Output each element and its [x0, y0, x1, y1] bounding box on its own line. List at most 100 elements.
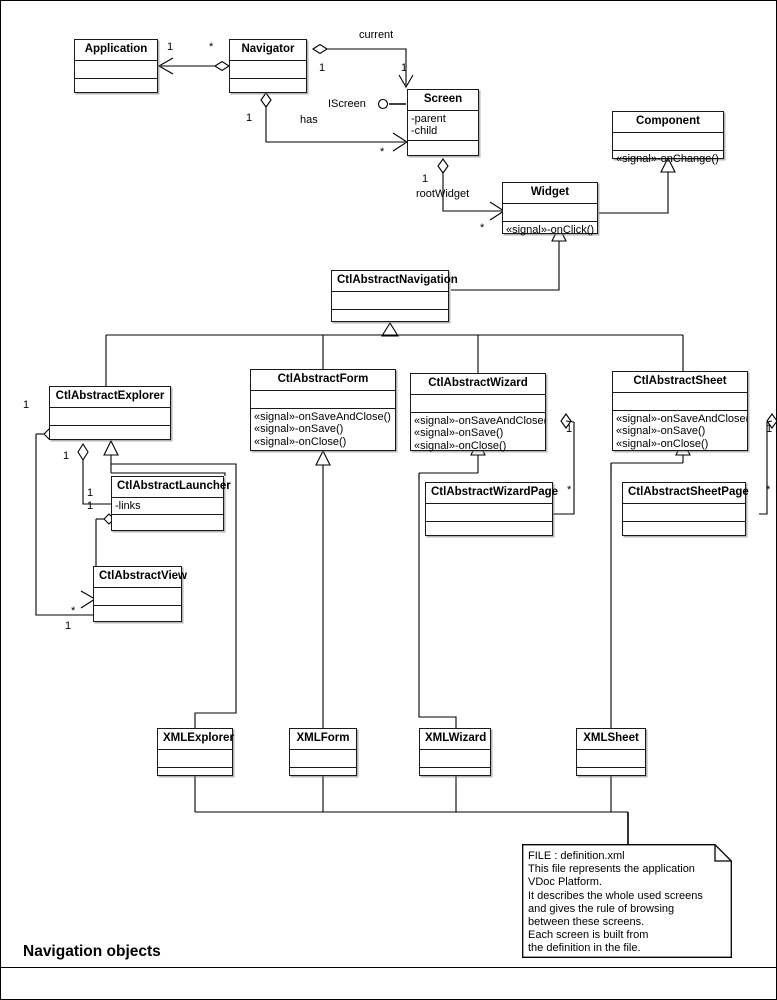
page-title: Navigation objects — [23, 943, 161, 960]
class-ctlabstractwizardpage-name: CtlAbstractWizardPage — [426, 483, 558, 504]
multiplicity-navigator-has-one: 1 — [246, 112, 253, 124]
multiplicity-widget-many: * — [480, 222, 485, 234]
edge-xmlform-form-generalization — [315, 449, 331, 728]
class-ctlabstractsheet-operations: «signal»-onSaveAndClose() «signal»-onSav… — [613, 411, 747, 453]
multiplicity-launcher-one-a: 1 — [87, 487, 94, 499]
class-ctlabstractview-operations — [94, 606, 181, 623]
class-ctlabstractnavigation-attributes — [332, 292, 448, 310]
class-ctlabstractsheetpage[interactable]: CtlAbstractSheetPage — [622, 482, 749, 539]
multiplicity-sheetpage-many: * — [766, 484, 771, 496]
class-ctlabstractexplorer-operations — [50, 426, 170, 443]
class-ctlabstractwizardpage[interactable]: CtlAbstractWizardPage — [425, 482, 558, 536]
class-ctlabstractnavigation[interactable]: CtlAbstractNavigation — [331, 270, 458, 322]
class-ctlabstractlauncher-operations — [112, 515, 223, 532]
multiplicity-screen-has-many: * — [380, 146, 385, 158]
class-screen-attributes: -parent -child — [408, 111, 478, 141]
class-ctlabstractform-op-onclose: «signal»-onClose() — [254, 435, 347, 448]
class-ctlabstractlauncher-attributes: -links — [112, 498, 223, 515]
class-xmlform-name: XMLForm — [290, 729, 356, 750]
class-ctlabstractwizard-op-onclose: «signal»-onClose() — [414, 439, 507, 452]
multiplicity-wizard-one: 1 — [566, 423, 573, 435]
class-xmlform-attributes — [290, 750, 356, 768]
note-text: FILE : definition.xml This file represen… — [528, 850, 703, 955]
multiplicity-view-many: * — [71, 605, 76, 617]
multiplicity-navigator-many: * — [209, 41, 214, 53]
multiplicity-screen-current-one: 1 — [401, 62, 408, 74]
multiplicity-explorer-one-left: 1 — [23, 399, 30, 411]
class-application-name: Application — [75, 40, 157, 61]
class-xmlexplorer[interactable]: XMLExplorer — [157, 728, 234, 776]
class-widget[interactable]: Widget «signal»-onClick() — [502, 182, 598, 236]
class-ctlabstractview-name: CtlAbstractView — [94, 567, 187, 588]
class-ctlabstractwizard-name: CtlAbstractWizard — [411, 374, 545, 395]
class-ctlabstractnavigation-operations — [332, 310, 448, 327]
class-ctlabstractsheet-attributes — [613, 393, 747, 411]
class-ctlabstractwizard-op-onsave: «signal»-onSave() — [414, 427, 504, 439]
edge-iscreen-lollipop — [377, 98, 406, 110]
class-component-name: Component — [613, 112, 723, 133]
class-ctlabstractform-attributes — [251, 391, 395, 409]
title-bar — [1, 967, 776, 999]
class-widget-operations: «signal»-onClick() — [503, 222, 597, 239]
class-navigator-operations — [230, 79, 306, 96]
class-ctlabstractform-name: CtlAbstractForm — [251, 370, 395, 391]
class-ctlabstractform-operations: «signal»-onSaveAndClose() «signal»-onSav… — [251, 409, 395, 451]
class-component-operations: «signal»-onChange() — [613, 151, 723, 168]
multiplicity-application-one: 1 — [167, 41, 174, 53]
edge-label-rootwidget: rootWidget — [416, 188, 470, 200]
class-xmlform[interactable]: XMLForm — [289, 728, 357, 776]
class-ctlabstractwizardpage-attributes — [426, 504, 552, 522]
edge-xmlclasses-note-bus — [194, 776, 629, 844]
class-xmlexplorer-attributes — [158, 750, 232, 768]
class-ctlabstractexplorer[interactable]: CtlAbstractExplorer — [49, 386, 171, 440]
class-widget-name: Widget — [503, 183, 597, 204]
class-xmlwizard-operations — [420, 768, 490, 785]
class-component[interactable]: Component «signal»-onChange() — [612, 111, 724, 165]
class-xmlexplorer-operations — [158, 768, 232, 785]
class-application-attributes — [75, 61, 157, 79]
class-widget-attributes — [503, 204, 597, 222]
note-definition-xml[interactable]: FILE : definition.xml This file represen… — [522, 844, 732, 958]
class-ctlabstractlauncher[interactable]: CtlAbstractLauncher -links — [111, 476, 231, 532]
class-ctlabstractsheet-op-onsaveandclose: «signal»-onSaveAndClose() — [616, 412, 747, 425]
edge-navigator-current-screen — [311, 43, 414, 89]
class-ctlabstractwizard[interactable]: CtlAbstractWizard «signal»-onSaveAndClos… — [410, 373, 546, 452]
class-ctlabstractlauncher-attr-links: -links — [115, 499, 141, 512]
class-ctlabstractwizard-op-onsaveandclose: «signal»-onSaveAndClose() — [414, 414, 545, 427]
interface-label-iscreen: IScreen — [328, 98, 366, 110]
class-ctlabstractexplorer-name: CtlAbstractExplorer — [50, 387, 170, 408]
class-xmlform-operations — [290, 768, 356, 785]
class-ctlabstractsheet-name: CtlAbstractSheet — [613, 372, 747, 393]
class-ctlabstractsheetpage-attributes — [623, 504, 745, 522]
class-application-operations — [75, 79, 157, 96]
class-ctlabstractview-attributes — [94, 588, 181, 606]
class-application[interactable]: Application — [74, 39, 158, 93]
class-xmlwizard-name: XMLWizard — [420, 729, 490, 750]
class-ctlabstractform-op-onsaveandclose: «signal»-onSaveAndClose() — [254, 410, 391, 423]
multiplicity-wizardpage-many: * — [567, 484, 572, 496]
class-xmlexplorer-name: XMLExplorer — [158, 729, 234, 750]
class-ctlabstractsheet[interactable]: CtlAbstractSheet «signal»-onSaveAndClose… — [612, 371, 748, 451]
diagram-canvas: Screen --> Screen --> Widget --> — [0, 0, 777, 1000]
class-component-op-onchange: «signal»-onChange() — [616, 152, 719, 165]
class-navigator[interactable]: Navigator — [229, 39, 307, 93]
class-ctlabstractwizard-attributes — [411, 395, 545, 413]
class-screen[interactable]: Screen -parent -child — [407, 89, 479, 156]
class-ctlabstractexplorer-attributes — [50, 408, 170, 426]
class-ctlabstractlauncher-name: CtlAbstractLauncher — [112, 477, 231, 498]
class-ctlabstractform-op-onsave: «signal»-onSave() — [254, 423, 344, 435]
class-ctlabstractnavigation-name: CtlAbstractNavigation — [332, 271, 458, 292]
class-xmlsheet-attributes — [577, 750, 645, 768]
class-ctlabstractview[interactable]: CtlAbstractView — [93, 566, 187, 623]
class-navigator-attributes — [230, 61, 306, 79]
class-ctlabstractsheetpage-operations — [623, 522, 745, 539]
class-xmlsheet[interactable]: XMLSheet — [576, 728, 646, 776]
multiplicity-view-one: 1 — [65, 620, 72, 632]
class-xmlsheet-name: XMLSheet — [577, 729, 645, 750]
class-ctlabstractform[interactable]: CtlAbstractForm «signal»-onSaveAndClose(… — [250, 369, 396, 451]
class-xmlsheet-operations — [577, 768, 645, 785]
class-ctlabstractwizard-operations: «signal»-onSaveAndClose() «signal»-onSav… — [411, 413, 545, 455]
multiplicity-launcher-one-b: 1 — [87, 500, 94, 512]
class-navigator-name: Navigator — [230, 40, 306, 61]
class-xmlwizard[interactable]: XMLWizard — [419, 728, 491, 776]
